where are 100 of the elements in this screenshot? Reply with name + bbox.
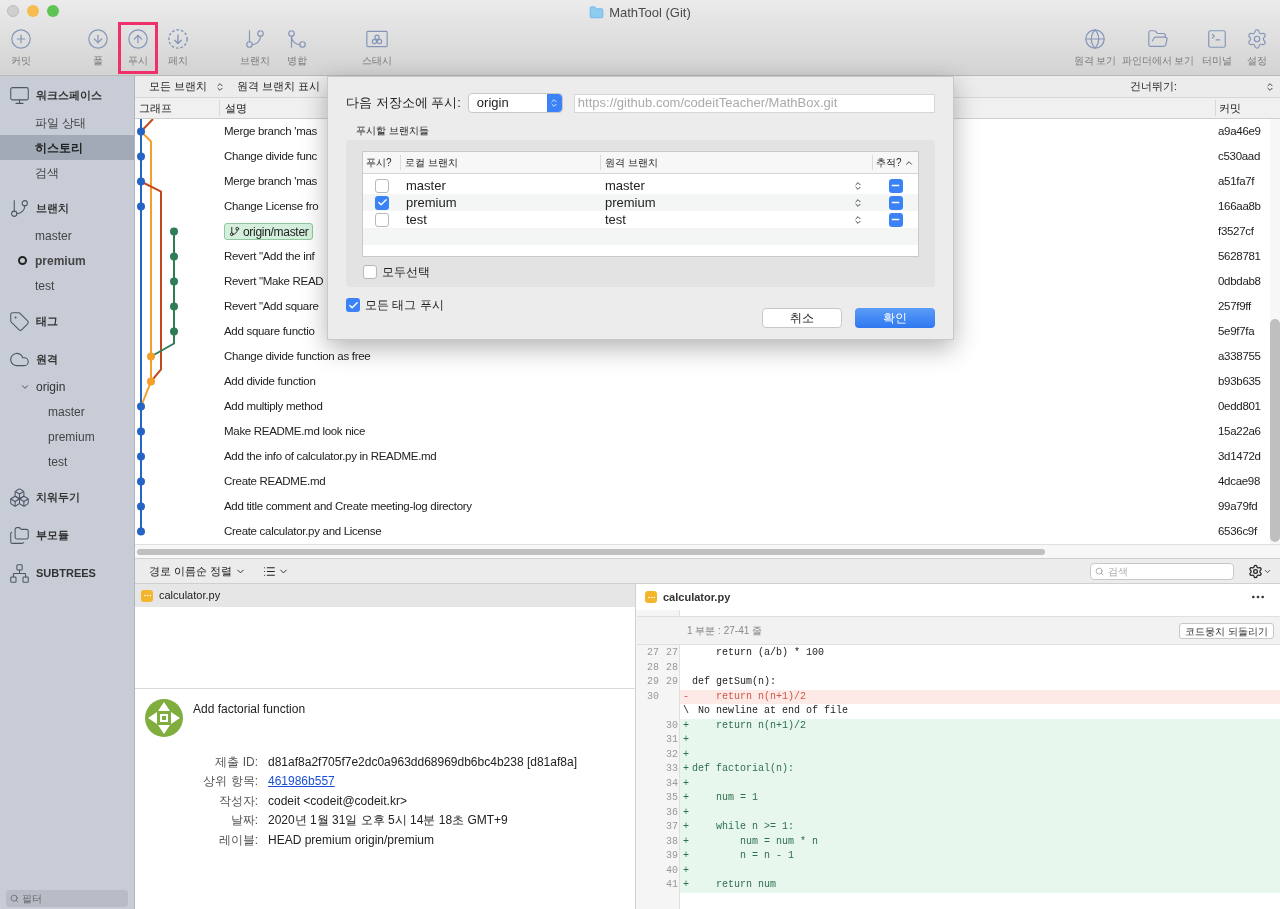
checkbox[interactable] — [346, 298, 360, 312]
commit-message[interactable]: Add the info of calculator.py in README.md — [224, 447, 437, 466]
commit-dot[interactable] — [170, 252, 178, 261]
tracking-checkbox[interactable] — [888, 178, 903, 193]
commit-dot[interactable] — [170, 277, 178, 286]
commit-hash[interactable]: 166aa8b — [1215, 197, 1270, 216]
commit-hash[interactable]: 5e9f7fa — [1215, 322, 1270, 341]
column-header[interactable]: 커밋 — [1215, 99, 1270, 117]
commit-dot[interactable] — [137, 427, 145, 436]
view-mode-button[interactable] — [263, 564, 290, 578]
commit-hash[interactable]: b93b635 — [1215, 372, 1270, 391]
sidebar-section-label[interactable]: 워크스페이스 — [36, 86, 102, 104]
settings-button[interactable] — [1248, 563, 1272, 579]
commit-dot[interactable] — [137, 202, 145, 211]
commit-dot[interactable] — [137, 152, 145, 161]
scrollbar[interactable] — [137, 548, 1045, 555]
column-header[interactable]: 로컬 브랜치 — [401, 155, 601, 170]
commit-hash[interactable]: 0edd801 — [1215, 397, 1270, 416]
sidebar-item[interactable]: 히스토리 — [0, 135, 134, 160]
commit-dot[interactable] — [137, 452, 145, 461]
checkbox[interactable] — [375, 195, 389, 210]
remote-branch-dropdown[interactable]: 원격 브랜치 표시 — [236, 78, 320, 95]
commit-dot[interactable] — [137, 402, 145, 411]
column-header[interactable]: 푸시? — [363, 155, 401, 170]
parent-commit-link[interactable]: 461986b557 — [268, 772, 335, 791]
commit-hash[interactable]: 4dcae98 — [1215, 472, 1270, 491]
skip-dropdown[interactable]: 건너뛰기: — [1130, 78, 1275, 95]
commit-message[interactable]: Create README.md — [224, 472, 326, 491]
commit-message[interactable]: Add title comment and Create meeting-log directory — [224, 497, 472, 516]
commit-dot[interactable] — [137, 177, 145, 186]
search-field[interactable]: 검색 — [1090, 562, 1234, 580]
sidebar-item[interactable]: 검색 — [0, 160, 134, 185]
sidebar-item[interactable]: premium — [0, 424, 134, 449]
commit-dot[interactable] — [137, 477, 145, 486]
sidebar-section-label[interactable]: 원격 — [36, 350, 58, 368]
commit-message[interactable]: Make README.md look nice — [224, 422, 366, 441]
checkbox[interactable] — [375, 212, 389, 227]
commit-hash[interactable]: c530aad — [1215, 147, 1270, 166]
commit-hash[interactable]: 5628781 — [1215, 247, 1270, 266]
sidebar-item[interactable]: master — [0, 223, 134, 248]
file-list-item[interactable]: calculator.py — [135, 584, 635, 607]
cancel-button[interactable]: 취소 — [762, 308, 842, 328]
filter-field[interactable]: 필터 — [6, 890, 128, 907]
column-header[interactable]: 추적? — [873, 155, 918, 170]
sort-dropdown[interactable]: 경로 이름순 정렬 — [149, 562, 247, 580]
remote-select[interactable]: origin — [467, 93, 563, 113]
commit-message[interactable]: Add square functio — [224, 322, 315, 341]
commit-hash[interactable]: 99a79fd — [1215, 497, 1270, 516]
column-header[interactable]: 원격 브랜치 — [601, 155, 873, 170]
sidebar-item[interactable]: master — [0, 399, 134, 424]
sidebar-item[interactable]: test — [0, 449, 134, 474]
commit-message[interactable]: Change divide function as free — [224, 347, 371, 366]
commit-message[interactable]: Merge branch 'mas — [224, 122, 317, 141]
tracking-checkbox[interactable] — [888, 212, 903, 227]
updown-icon — [214, 81, 225, 92]
sidebar-section-label[interactable]: 부모듈 — [36, 526, 69, 544]
commit-hash[interactable]: 15a22a6 — [1215, 422, 1270, 441]
commit-hash[interactable]: 257f9ff — [1215, 297, 1270, 316]
commit-message[interactable]: Change License fro — [224, 197, 319, 216]
sidebar-section-label[interactable]: 브랜치 — [36, 199, 69, 217]
sidebar-item[interactable]: origin — [0, 374, 134, 399]
checkbox[interactable] — [375, 178, 389, 193]
sidebar-item[interactable]: test — [0, 273, 134, 298]
commit-hash[interactable]: a51fa7f — [1215, 172, 1270, 191]
commit-message[interactable]: Revert "Add the inf — [224, 247, 315, 266]
revert-hunk-button[interactable]: 코드뭉치 되돌리기 — [1179, 622, 1274, 639]
commit-message[interactable]: Revert "Make READ — [224, 272, 324, 291]
sidebar-section-label[interactable]: SUBTREES — [36, 564, 96, 582]
commit-dot[interactable] — [137, 527, 145, 536]
commit-hash[interactable]: a338755 — [1215, 347, 1270, 366]
checkbox[interactable] — [363, 265, 377, 279]
commit-dot[interactable] — [147, 377, 155, 386]
tracking-checkbox[interactable] — [888, 195, 903, 210]
commit-dot[interactable] — [170, 227, 178, 236]
sidebar-item[interactable]: 파일 상태 — [0, 110, 134, 135]
commit-message[interactable]: Add multiply method — [224, 397, 323, 416]
commit-dot[interactable] — [137, 502, 145, 511]
commit-message[interactable]: Create calculator.py and License — [224, 522, 382, 541]
modified-file-icon — [141, 589, 153, 602]
commit-message[interactable]: Revert "Add square — [224, 297, 319, 316]
scrollbar[interactable] — [1270, 319, 1280, 542]
commit-message[interactable]: Add divide function — [224, 372, 316, 391]
commit-hash[interactable]: 3d1472d — [1215, 447, 1270, 466]
commit-dot[interactable] — [170, 302, 178, 311]
commit-hash[interactable]: f3527cf — [1215, 222, 1270, 241]
commit-message[interactable]: Change divide func — [224, 147, 318, 166]
commit-dot[interactable] — [137, 127, 145, 136]
column-header[interactable]: 그래프 — [135, 99, 220, 117]
commit-hash[interactable]: 6536c9f — [1215, 522, 1270, 541]
branch-tag[interactable]: origin/master — [224, 223, 314, 240]
sidebar-item[interactable]: premium — [0, 248, 134, 273]
commit-dot[interactable] — [147, 352, 155, 361]
branch-filter-dropdown[interactable]: 모든 브랜치 — [149, 78, 225, 95]
commit-hash[interactable]: 0dbdab8 — [1215, 272, 1270, 291]
commit-dot[interactable] — [170, 327, 178, 336]
folder-icon — [589, 5, 605, 21]
sidebar-section-label[interactable]: 태그 — [36, 312, 58, 330]
commit-message[interactable]: Merge branch 'mas — [224, 172, 317, 191]
commit-hash[interactable]: a9a46e9 — [1215, 122, 1270, 141]
sidebar-section-label[interactable]: 치워두기 — [36, 488, 80, 506]
